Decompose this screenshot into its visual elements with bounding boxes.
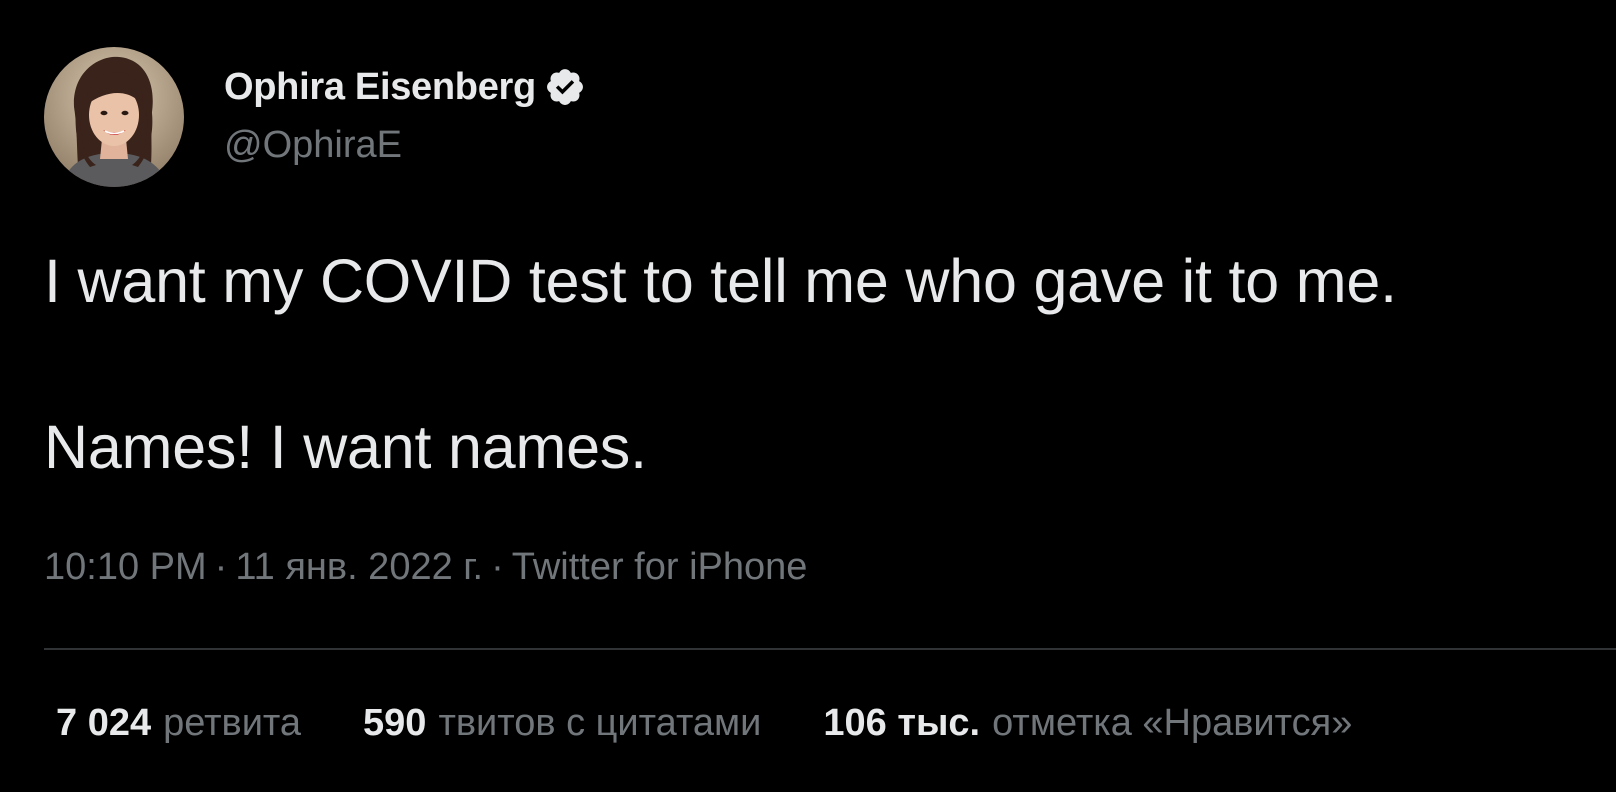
- quotes-stat[interactable]: 590 твитов с цитатами: [363, 702, 761, 745]
- tweet-card: Ophira Eisenberg @OphiraE I want my COVI…: [0, 0, 1616, 792]
- author-name-row: Ophira Eisenberg: [224, 62, 586, 112]
- verified-badge-icon: [544, 66, 586, 108]
- author-handle[interactable]: @OphiraE: [224, 124, 402, 167]
- likes-stat[interactable]: 106 тыс. отметка «Нравится»: [823, 702, 1352, 745]
- tweet-metadata: 10:10 PM · 11 янв. 2022 г. · Twitter for iPh…: [44, 546, 807, 589]
- tweet-date[interactable]: 11 янв. 2022 г.: [235, 546, 483, 588]
- meta-separator: ·: [491, 546, 504, 588]
- tweet-stats: 7 024 ретвита 590 твитов с цитатами 106 …: [56, 702, 1352, 745]
- tweet-text-line: Names! I want names.: [44, 413, 647, 481]
- author-display-name[interactable]: Ophira Eisenberg: [224, 66, 536, 109]
- quotes-count: 590: [363, 702, 427, 744]
- avatar[interactable]: [44, 47, 184, 187]
- retweets-count: 7 024: [56, 702, 152, 744]
- meta-separator: ·: [214, 546, 228, 588]
- tweet-source[interactable]: Twitter for iPhone: [512, 546, 808, 588]
- retweets-stat[interactable]: 7 024 ретвита: [56, 702, 301, 745]
- tweet-time[interactable]: 10:10 PM: [44, 546, 207, 588]
- avatar-image: [44, 47, 184, 187]
- likes-count: 106 тыс.: [823, 702, 981, 744]
- quotes-label: твитов с цитатами: [438, 702, 762, 744]
- likes-label: отметка «Нравится»: [992, 702, 1353, 744]
- retweets-label: ретвита: [163, 702, 302, 744]
- divider: [44, 648, 1616, 650]
- tweet-text-line: I want my COVID test to tell me who gave…: [44, 247, 1397, 315]
